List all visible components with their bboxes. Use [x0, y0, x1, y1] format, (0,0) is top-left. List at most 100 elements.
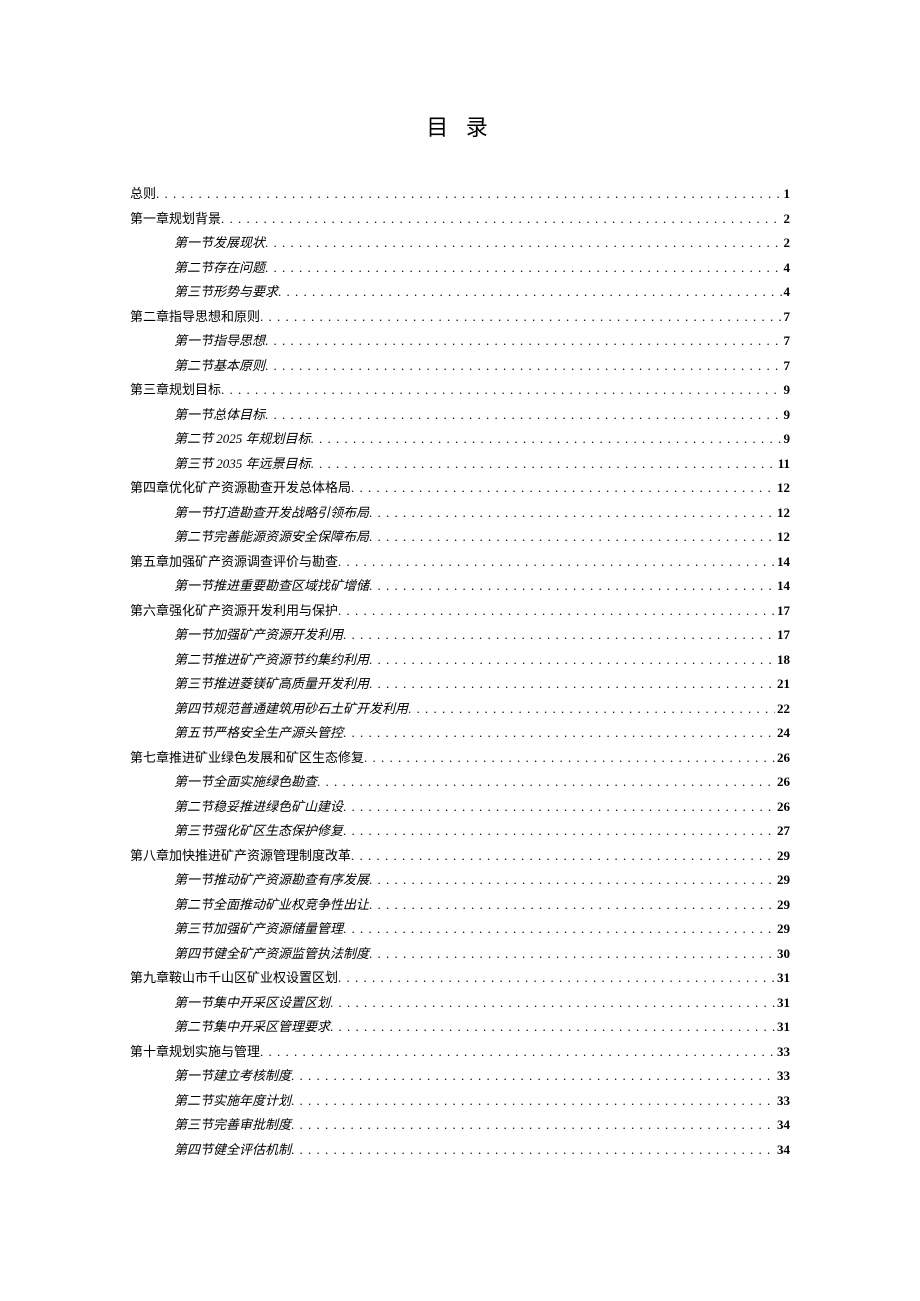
toc-entry-label: 第六章强化矿产资源开发利用与保护	[130, 599, 338, 624]
toc-entry-page: 30	[775, 942, 790, 967]
toc-leader-dots	[364, 746, 775, 771]
toc-entry-page: 12	[775, 501, 790, 526]
toc-entry-page: 31	[775, 991, 790, 1016]
toc-entry-page: 33	[775, 1040, 790, 1065]
toc-leader-dots	[369, 574, 775, 599]
toc-entry: 第一节推进重要勘查区域找矿增储14	[130, 574, 790, 599]
toc-entry-page: 33	[775, 1064, 790, 1089]
toc-entry-label: 第三节 2035 年远景目标	[174, 452, 311, 477]
toc-entry: 第三节强化矿区生态保护修复27	[130, 819, 790, 844]
toc-entry-label: 第五章加强矿产资源调查评价与勘查	[130, 550, 338, 575]
toc-entry-label: 第二节推进矿产资源节约集约利用	[174, 648, 369, 673]
toc-entry-page: 33	[775, 1089, 790, 1114]
toc-entry-label: 第二节完善能源资源安全保障布局	[174, 525, 369, 550]
toc-leader-dots	[291, 1138, 775, 1163]
toc-entry-page: 29	[775, 844, 790, 869]
toc-entry-page: 4	[782, 280, 791, 305]
toc-entry-label: 第四节健全矿产资源监管执法制度	[174, 942, 369, 967]
toc-entry-label: 第一节指导思想	[174, 329, 265, 354]
toc-entry-label: 第三节强化矿区生态保护修复	[174, 819, 343, 844]
toc-entry: 第二节存在问题4	[130, 256, 790, 281]
toc-entry-label: 第二节实施年度计划	[174, 1089, 291, 1114]
toc-leader-dots	[369, 648, 775, 673]
toc-entry: 第一节全面实施绿色勘查 26	[130, 770, 790, 795]
toc-entry-page: 26	[775, 770, 790, 795]
toc-entry-label: 第一节全面实施绿色勘查	[174, 770, 317, 795]
toc-leader-dots	[351, 844, 775, 869]
toc-entry: 第三节推进菱镁矿高质量开发利用21	[130, 672, 790, 697]
toc-entry-label: 第一章规划背景	[130, 207, 221, 232]
toc-entry-label: 第二节稳妥推进绿色矿山建设	[174, 795, 343, 820]
toc-entry: 总则 1	[130, 182, 790, 207]
toc-entry-label: 第一节发展现状	[174, 231, 265, 256]
toc-entry-label: 第一节推进重要勘查区域找矿增储	[174, 574, 369, 599]
toc-leader-dots	[369, 525, 775, 550]
toc-entry: 第四章优化矿产资源勘查开发总体格局 12	[130, 476, 790, 501]
toc-entry-label: 第三节完善审批制度	[174, 1113, 291, 1138]
toc-leader-dots	[369, 868, 775, 893]
toc-entry: 第一节推动矿产资源勘查有序发展29	[130, 868, 790, 893]
toc-leader-dots	[343, 819, 775, 844]
toc-entry-page: 22	[775, 697, 790, 722]
toc-entry-label: 第一节推动矿产资源勘查有序发展	[174, 868, 369, 893]
toc-entry: 第十章规划实施与管理 33	[130, 1040, 790, 1065]
toc-entry-label: 第八章加快推进矿产资源管理制度改革	[130, 844, 351, 869]
toc-entry-label: 第三节推进菱镁矿高质量开发利用	[174, 672, 369, 697]
toc-entry-page: 12	[775, 476, 790, 501]
toc-leader-dots	[343, 623, 775, 648]
toc-entry-label: 第二节基本原则	[174, 354, 265, 379]
toc-entry: 第五章加强矿产资源调查评价与勘查14	[130, 550, 790, 575]
toc-entry: 第四节规范普通建筑用砂石土矿开发利用 22	[130, 697, 790, 722]
toc-entry: 第一节打造勘查开发战略引领布局 12	[130, 501, 790, 526]
toc-leader-dots	[369, 501, 775, 526]
toc-entry: 第三节加强矿产资源储量管理29	[130, 917, 790, 942]
toc-entry-label: 总则	[130, 182, 156, 207]
table-of-contents: 总则1第一章规划背景2第一节发展现状2第二节存在问题4第三节形势与要求4第二章指…	[130, 182, 790, 1162]
toc-entry-label: 第三章规划目标	[130, 378, 221, 403]
toc-entry-label: 第十章规划实施与管理	[130, 1040, 260, 1065]
toc-entry-page: 7	[782, 354, 791, 379]
toc-entry-page: 1	[782, 182, 791, 207]
toc-entry-page: 9	[782, 378, 791, 403]
toc-entry-page: 2	[782, 207, 791, 232]
toc-leader-dots	[351, 476, 775, 501]
toc-entry: 第二节全面推动矿业权竞争性出让29	[130, 893, 790, 918]
toc-entry-label: 第四节规范普通建筑用砂石土矿开发利用	[174, 697, 408, 722]
toc-leader-dots	[265, 231, 781, 256]
toc-entry-page: 29	[775, 893, 790, 918]
toc-leader-dots	[221, 207, 781, 232]
toc-entry: 第七章推进矿业绿色发展和矿区生态修复26	[130, 746, 790, 771]
toc-entry-page: 18	[775, 648, 790, 673]
toc-entry-page: 17	[775, 623, 790, 648]
toc-entry-label: 第四章优化矿产资源勘查开发总体格局	[130, 476, 351, 501]
toc-entry-page: 4	[782, 256, 791, 281]
toc-leader-dots	[260, 305, 781, 330]
toc-entry-page: 7	[782, 329, 791, 354]
toc-leader-dots	[291, 1113, 775, 1138]
toc-leader-dots	[369, 893, 775, 918]
toc-entry-page: 26	[775, 795, 790, 820]
toc-entry-label: 第二节 2025 年规划目标	[174, 427, 311, 452]
toc-leader-dots	[311, 427, 782, 452]
toc-entry-page: 7	[782, 305, 791, 330]
toc-leader-dots	[265, 403, 781, 428]
toc-entry: 第四节健全评估机制34	[130, 1138, 790, 1163]
toc-entry: 第二节推进矿产资源节约集约利用 18	[130, 648, 790, 673]
toc-entry-label: 第七章推进矿业绿色发展和矿区生态修复	[130, 746, 364, 771]
toc-entry: 第六章强化矿产资源开发利用与保护17	[130, 599, 790, 624]
page-title: 目 录	[130, 110, 790, 142]
toc-entry-label: 第三节形势与要求	[174, 280, 278, 305]
toc-entry-label: 第一节打造勘查开发战略引领布局	[174, 501, 369, 526]
toc-leader-dots	[221, 378, 781, 403]
toc-leader-dots	[291, 1089, 775, 1114]
toc-entry: 第一节集中开采区设置区划31	[130, 991, 790, 1016]
toc-entry: 第一节加强矿产资源开发利用17	[130, 623, 790, 648]
toc-entry-page: 34	[775, 1113, 790, 1138]
toc-entry-page: 31	[775, 966, 790, 991]
toc-entry: 第二节 2025 年规划目标 9	[130, 427, 790, 452]
toc-entry-label: 第二章指导思想和原则	[130, 305, 260, 330]
toc-entry-page: 9	[782, 427, 791, 452]
toc-entry: 第三节 2035 年远景目标11	[130, 452, 790, 477]
toc-entry: 第三章规划目标 9	[130, 378, 790, 403]
toc-leader-dots	[330, 991, 775, 1016]
